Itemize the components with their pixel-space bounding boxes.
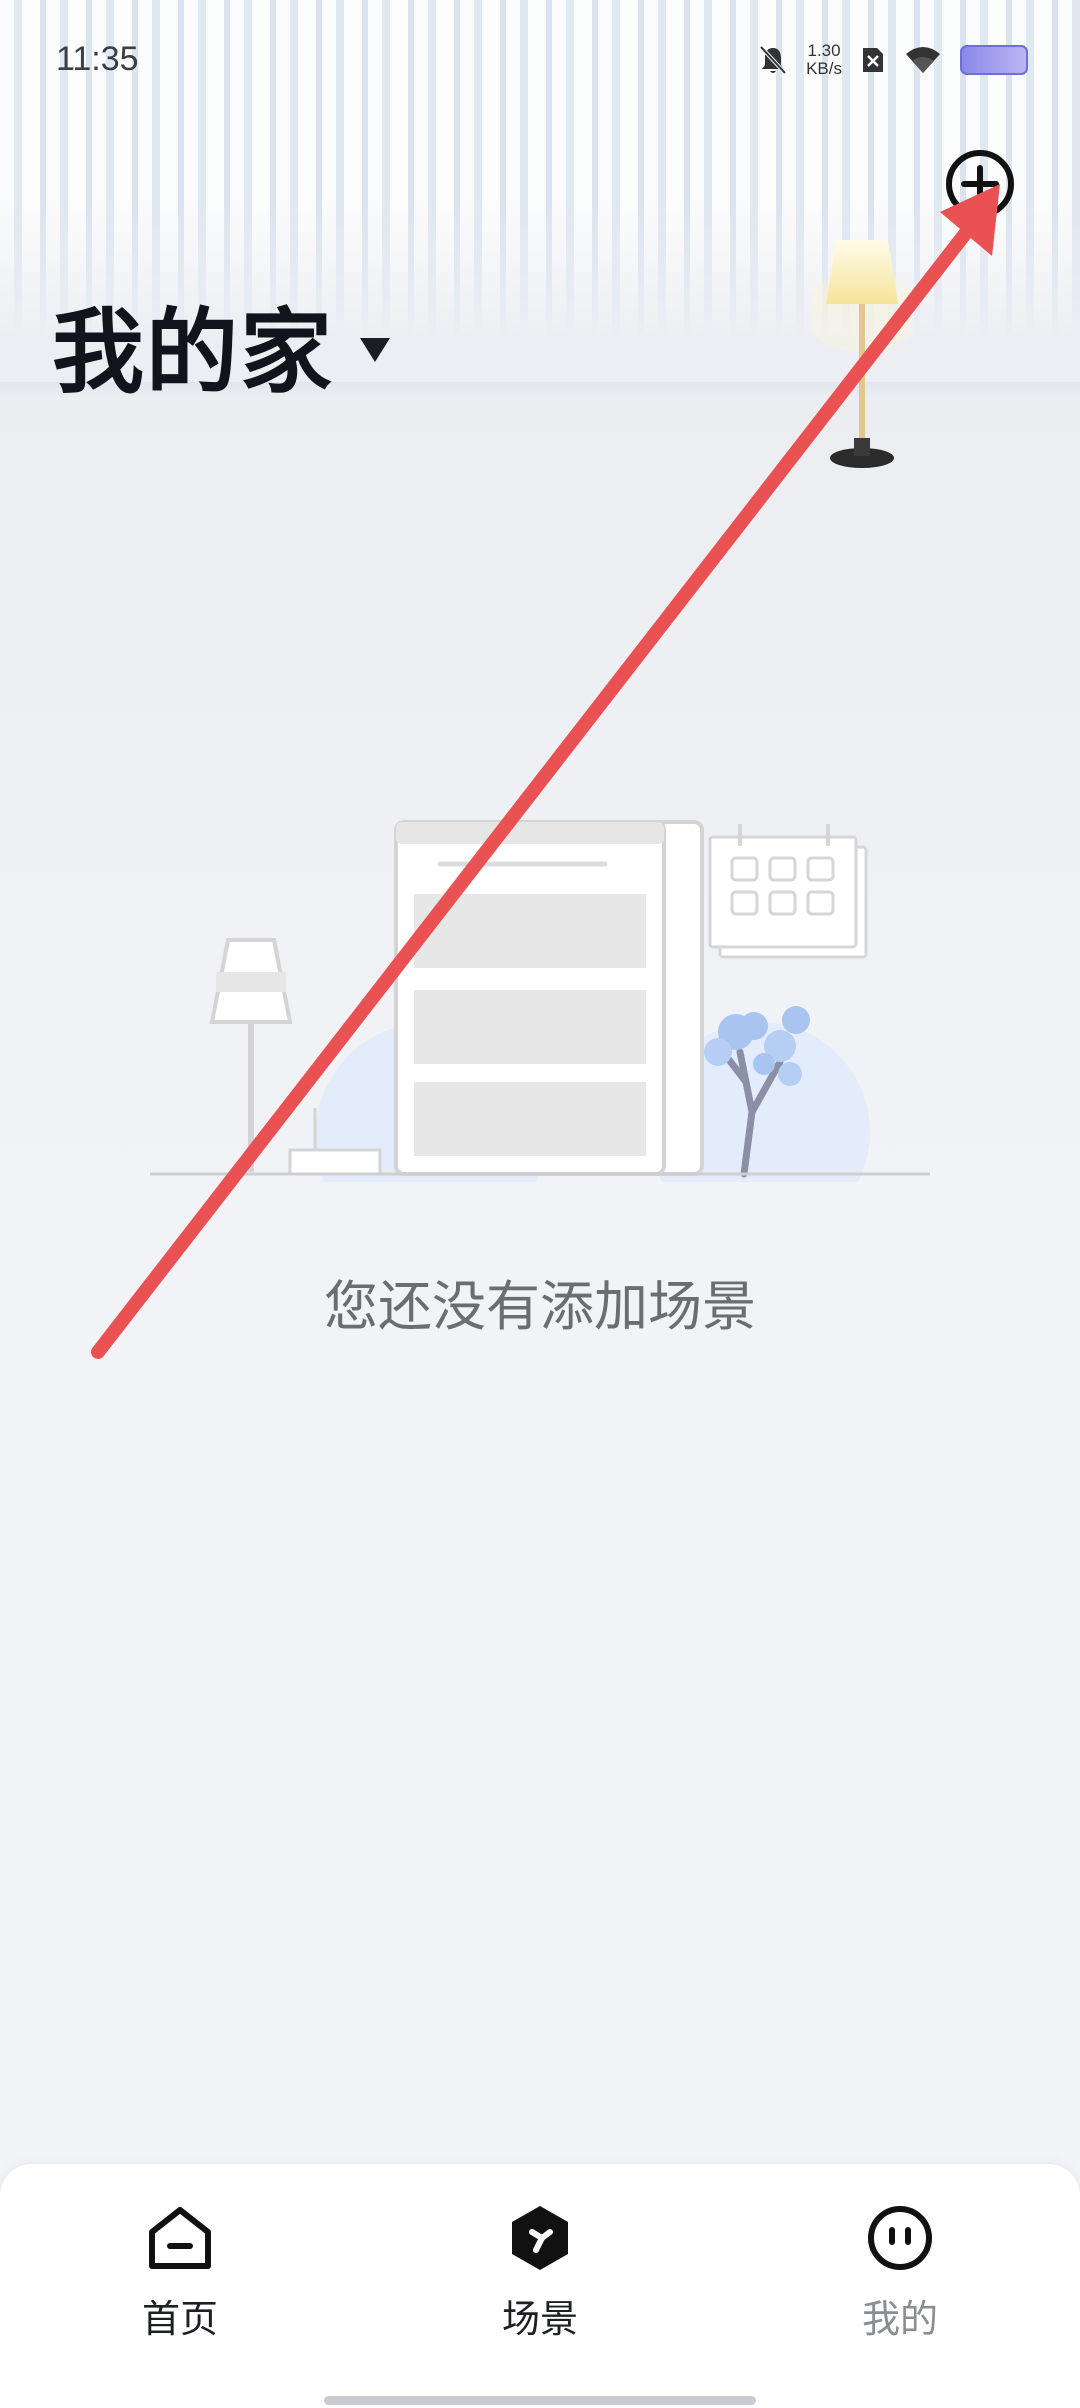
net-speed-unit: KB/s <box>806 59 842 78</box>
scene-icon <box>512 2206 568 2270</box>
status-time: 11:35 <box>56 40 139 78</box>
empty-state-message: 您还没有添加场景 <box>324 1275 756 1338</box>
nav-item-home[interactable]: 首页 <box>80 2202 280 2343</box>
plus-circle-icon <box>946 150 1014 218</box>
empty-scene-illustration <box>150 820 930 1182</box>
nav-label-profile: 我的 <box>861 2297 938 2341</box>
sim-x-icon <box>863 48 883 72</box>
floor-background <box>0 400 1080 2408</box>
nav-item-scene[interactable]: 场景 <box>440 2202 640 2343</box>
nav-label-scene: 场景 <box>501 2297 578 2341</box>
wifi-icon <box>906 47 940 73</box>
profile-face-icon <box>868 2206 932 2270</box>
nav-label-home: 首页 <box>141 2297 218 2341</box>
status-icons: 1.30 KB/s <box>758 42 1028 78</box>
home-title: 我的家 <box>52 299 335 406</box>
status-bar: 11:35 1.30 KB/s <box>0 0 1080 120</box>
home-icon <box>149 2207 211 2269</box>
net-speed-value: 1.30 <box>807 41 841 60</box>
add-scene-button[interactable] <box>944 148 1016 220</box>
battery-icon <box>960 45 1028 75</box>
home-selector[interactable]: 我的家 <box>52 278 391 411</box>
calendar-illustration <box>708 824 868 959</box>
floor-lamp-decoration <box>812 240 912 468</box>
triangle-down-icon <box>360 337 391 362</box>
home-indicator[interactable] <box>324 2396 756 2405</box>
nav-item-profile[interactable]: 我的 <box>800 2202 1000 2343</box>
bell-muted-icon <box>759 45 787 75</box>
bottom-navigation: 首页 场景 我的 <box>0 2164 1080 2408</box>
bookshelf-illustration <box>394 820 704 1176</box>
net-speed: 1.30 KB/s <box>806 42 842 78</box>
